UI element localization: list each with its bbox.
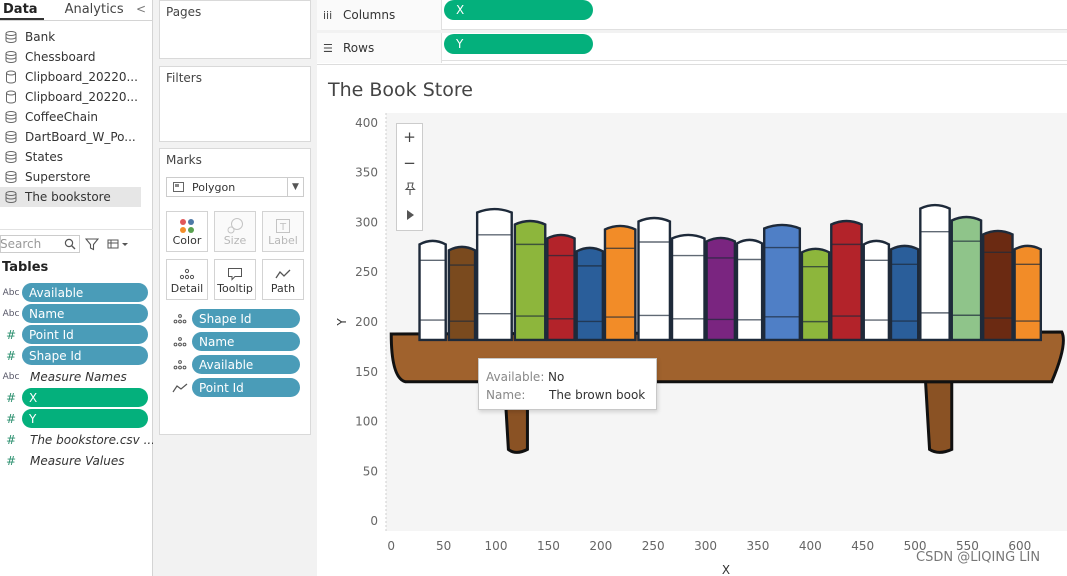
zoom-in-icon[interactable]: +: [397, 124, 422, 150]
x-tick-label: 400: [799, 539, 822, 553]
book-cover: [447, 245, 477, 342]
book-cover: [475, 207, 513, 342]
x-tick-label: 0: [387, 539, 395, 553]
book-polygon[interactable]: [919, 203, 951, 342]
book-cover: [637, 216, 672, 342]
book-cover: [670, 233, 706, 342]
x-tick-label: 150: [537, 539, 560, 553]
y-tick-label: 250: [355, 265, 378, 279]
x-tick-label: 100: [485, 539, 508, 553]
book-polygon[interactable]: [830, 219, 863, 342]
book-cover: [950, 215, 983, 342]
book-polygon[interactable]: [705, 236, 737, 342]
view-toolbar: + −: [396, 123, 423, 231]
book-polygon[interactable]: [862, 239, 891, 342]
book-polygon[interactable]: [763, 223, 802, 342]
x-tick-label: 250: [642, 539, 665, 553]
y-tick-label: 300: [355, 215, 378, 229]
book-polygon[interactable]: [670, 233, 706, 342]
book-cover: [546, 233, 576, 342]
x-tick-label: 450: [851, 539, 874, 553]
book-cover: [889, 244, 920, 342]
book-cover: [981, 229, 1014, 342]
book-polygon[interactable]: [950, 215, 983, 342]
play-icon[interactable]: [397, 202, 422, 228]
book-polygon[interactable]: [603, 224, 637, 342]
book-cover: [830, 219, 863, 342]
book-cover: [513, 219, 547, 342]
book-polygon[interactable]: [513, 219, 547, 342]
y-tick-label: 200: [355, 315, 378, 329]
x-tick-label: 50: [436, 539, 451, 553]
shelf-bracket: [923, 380, 954, 454]
y-tick-label: 150: [355, 365, 378, 379]
tooltip-row: Name: The brown book: [486, 386, 649, 404]
tooltip-key: Name:: [486, 388, 526, 402]
book-polygon[interactable]: [475, 207, 513, 342]
x-tick-label: 200: [589, 539, 612, 553]
book-cover: [862, 239, 891, 342]
tableau-workspace: Data Analytics < Bank Chessboard Clipboa…: [0, 0, 1067, 576]
book-cover: [763, 223, 802, 342]
book-polygon[interactable]: [447, 245, 477, 342]
book-polygon[interactable]: [418, 239, 447, 342]
book-cover: [1013, 244, 1043, 342]
pin-icon[interactable]: [397, 176, 422, 202]
x-axis-title: X: [722, 563, 730, 576]
book-polygon[interactable]: [735, 238, 764, 342]
x-tick-label: 350: [746, 539, 769, 553]
tooltip-value: No: [548, 370, 565, 384]
tooltip-key: Available:: [486, 370, 545, 384]
watermark: CSDN @LIQING LIN: [916, 550, 1041, 565]
y-axis-title: Y: [335, 318, 349, 327]
y-tick-label: 50: [363, 464, 378, 478]
book-cover: [705, 236, 737, 342]
book-cover: [603, 224, 637, 342]
book-polygon[interactable]: [981, 229, 1014, 342]
y-tick-label: 400: [355, 116, 378, 130]
book-cover: [800, 247, 831, 342]
book-cover: [575, 246, 605, 342]
book-cover: [919, 203, 951, 342]
book-cover: [418, 239, 447, 342]
book-polygon[interactable]: [889, 244, 920, 342]
book-polygon[interactable]: [546, 233, 576, 342]
x-tick-label: 300: [694, 539, 717, 553]
y-tick-label: 350: [355, 166, 378, 180]
bookshelf-chart[interactable]: 0 50 100 150 200 250 300 350 400 0 50 100 150 200 250 3…: [0, 0, 1067, 576]
y-tick-label: 100: [355, 415, 378, 429]
book-polygon[interactable]: [575, 246, 605, 342]
mark-tooltip: Available: No Name: The brown book: [478, 358, 657, 410]
book-polygon[interactable]: [1013, 244, 1043, 342]
tooltip-row: Available: No: [486, 368, 649, 386]
zoom-out-icon[interactable]: −: [397, 150, 422, 176]
tooltip-value: The brown book: [549, 388, 646, 402]
y-tick-label: 0: [370, 514, 378, 528]
book-cover: [735, 238, 764, 342]
book-polygon[interactable]: [637, 216, 672, 342]
book-polygon[interactable]: [800, 247, 831, 342]
